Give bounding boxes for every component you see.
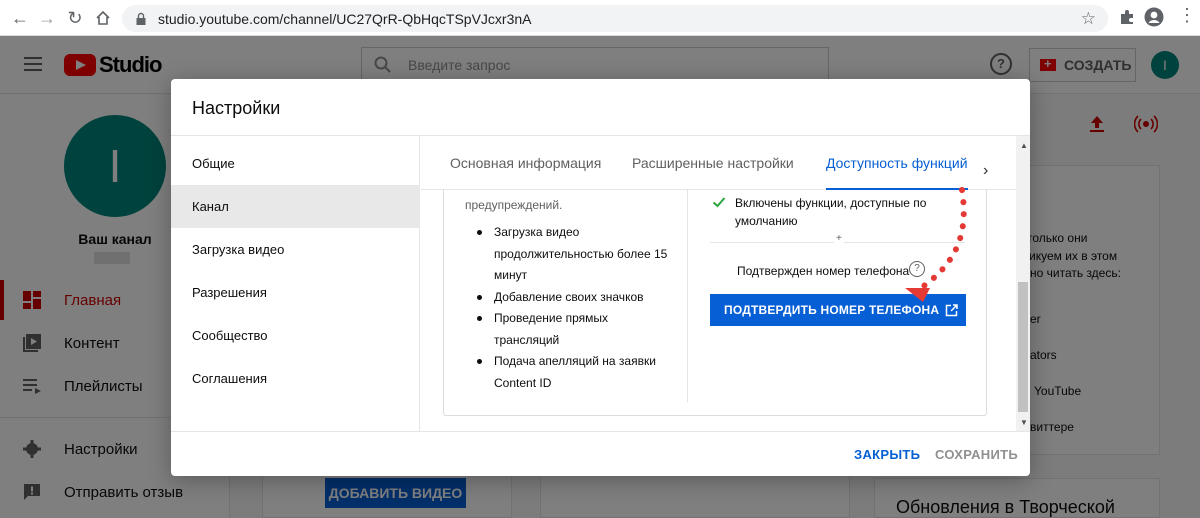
- feature-list: Загрузка видео продолжительностью более …: [472, 222, 668, 394]
- settings-nav-upload-defaults[interactable]: Загрузка видео: [171, 228, 420, 271]
- bookmark-star-icon[interactable]: ☆: [1081, 9, 1096, 29]
- close-button[interactable]: ЗАКРЫТЬ: [854, 447, 920, 462]
- scroll-up-icon[interactable]: ▲: [1020, 141, 1028, 150]
- tabs-next-chevron-icon[interactable]: ›: [983, 162, 988, 180]
- verify-phone-label: ПОДТВЕРДИТЬ НОМЕР ТЕЛЕФОНА: [724, 303, 940, 317]
- settings-nav-agreements[interactable]: Соглашения: [171, 357, 420, 400]
- standard-features-status: Включены функции, доступные по умолчанию: [735, 196, 927, 228]
- help-question-icon[interactable]: ?: [909, 261, 925, 277]
- channel-tabs: Основная информация Расширенные настройк…: [421, 136, 1016, 190]
- external-link-icon: [946, 303, 959, 316]
- back-icon[interactable]: ←: [5, 3, 35, 33]
- panel-divider: [687, 190, 688, 402]
- warnings-text: предупреждений.: [465, 198, 563, 212]
- feature-panel: предупреждений. Загрузка видео продолжит…: [443, 190, 987, 416]
- check-icon: [712, 197, 726, 208]
- list-item: Подача апелляций на заявки Content ID: [472, 351, 668, 394]
- tab-advanced-settings[interactable]: Расширенные настройки: [632, 136, 794, 190]
- list-item: Загрузка видео продолжительностью более …: [472, 222, 668, 287]
- lock-icon: [136, 12, 146, 25]
- phone-verified-status: Подтвержден номер телефона: [737, 264, 910, 278]
- list-item: Проведение прямых трансляций: [472, 308, 668, 351]
- tab-feature-eligibility[interactable]: Доступность функций: [826, 136, 968, 190]
- forward-icon[interactable]: →: [32, 3, 62, 33]
- save-button[interactable]: СОХРАНИТЬ: [935, 447, 1018, 462]
- scrollbar-thumb[interactable]: [1018, 282, 1028, 412]
- dialog-footer-divider: [171, 431, 1030, 432]
- settings-dialog: Настройки Общие Канал Загрузка видео Раз…: [171, 79, 1030, 476]
- browser-menu-icon[interactable]: ⋮: [1178, 6, 1196, 24]
- plus-separator: +: [834, 233, 844, 244]
- settings-nav-general[interactable]: Общие: [171, 142, 420, 185]
- settings-nav-permissions[interactable]: Разрешения: [171, 271, 420, 314]
- list-item: Добавление своих значков: [472, 287, 668, 309]
- settings-nav: Общие Канал Загрузка видео Разрешения Со…: [171, 136, 420, 431]
- profile-icon[interactable]: [1144, 7, 1164, 27]
- scroll-down-icon[interactable]: ▼: [1020, 418, 1028, 427]
- settings-nav-channel[interactable]: Канал: [171, 185, 420, 228]
- dialog-title: Настройки: [192, 98, 281, 118]
- extensions-puzzle-icon[interactable]: [1118, 8, 1136, 26]
- url-text: studio.youtube.com/channel/UC27QrR-QbHqc…: [158, 10, 532, 27]
- reload-icon[interactable]: ↻: [60, 3, 90, 33]
- address-bar[interactable]: studio.youtube.com/channel/UC27QrR-QbHqc…: [122, 5, 1108, 32]
- tab-basic-info[interactable]: Основная информация: [450, 136, 601, 190]
- verify-phone-button[interactable]: ПОДТВЕРДИТЬ НОМЕР ТЕЛЕФОНА: [710, 294, 966, 326]
- browser-toolbar: ← → ↻ studio.youtube.com/channel/UC27QrR…: [0, 0, 1200, 36]
- home-icon[interactable]: [88, 3, 118, 33]
- settings-nav-community[interactable]: Сообщество: [171, 314, 420, 357]
